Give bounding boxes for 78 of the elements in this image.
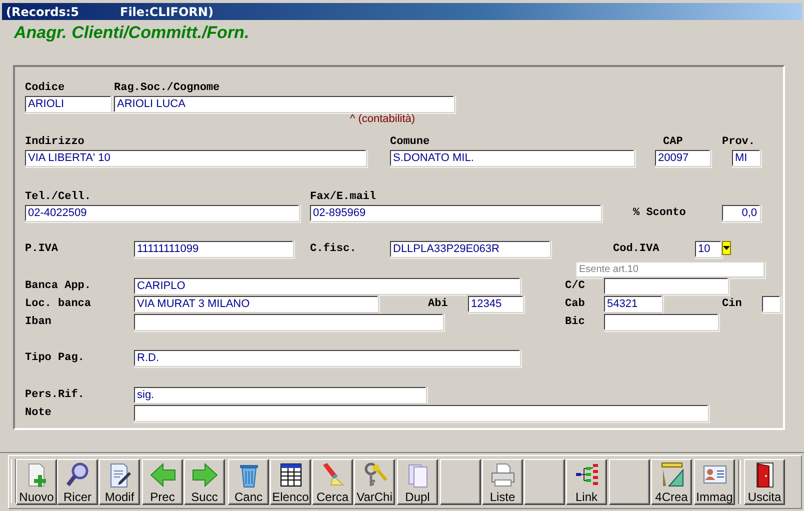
field-label: Prov. bbox=[722, 136, 756, 148]
field-label: Codice bbox=[25, 82, 66, 94]
field-label: CAP bbox=[663, 136, 684, 148]
link-button[interactable]: Link bbox=[566, 459, 607, 505]
previous-button[interactable]: Prec bbox=[142, 459, 183, 505]
delete-button[interactable]: Canc bbox=[228, 459, 269, 505]
text-field[interactable]: 02-4022509 bbox=[25, 205, 299, 221]
text-field[interactable] bbox=[604, 278, 728, 294]
text-field[interactable]: sig. bbox=[134, 387, 426, 403]
field-label: Cab bbox=[565, 298, 586, 310]
field-label: Cin bbox=[722, 298, 743, 310]
field-label: Tipo Pag. bbox=[25, 352, 86, 364]
field-label: Note bbox=[25, 407, 52, 419]
table-icon bbox=[278, 462, 304, 488]
field-label: Iban bbox=[25, 316, 52, 328]
exit-button[interactable]: Uscita bbox=[744, 459, 785, 505]
field-label: C.fisc. bbox=[310, 243, 358, 255]
field-label: Loc. banca bbox=[25, 298, 92, 310]
field-label: Banca App. bbox=[25, 280, 92, 292]
text-field[interactable]: VIA MURAT 3 MILANO bbox=[134, 296, 378, 312]
text-field[interactable]: CARIPLO bbox=[134, 278, 520, 294]
right-arrow-icon bbox=[192, 462, 218, 488]
text-field[interactable]: 11111111099 bbox=[134, 241, 293, 257]
search-button[interactable]: Ricer bbox=[57, 459, 98, 505]
field-label: C/C bbox=[565, 280, 586, 292]
field-label: Fax/E.mail bbox=[310, 191, 378, 203]
dropdown-button[interactable] bbox=[722, 241, 731, 255]
field-label: Pers.Rif. bbox=[25, 389, 86, 401]
record-count: (Records:5 bbox=[6, 4, 80, 18]
text-field[interactable]: 20097 bbox=[655, 150, 710, 166]
text-field[interactable]: S.DONATO MIL. bbox=[390, 150, 634, 166]
field-label: Abi bbox=[428, 298, 449, 310]
text-field[interactable] bbox=[604, 314, 718, 330]
print-button[interactable]: Liste bbox=[482, 459, 523, 505]
keys-button[interactable]: VarChi bbox=[354, 459, 395, 505]
field-note: ^ (contabilità) bbox=[350, 113, 416, 125]
file-name: File:CLIFORN) bbox=[120, 4, 214, 18]
field-label: Cod.IVA bbox=[613, 243, 660, 255]
printer-icon bbox=[490, 462, 516, 488]
text-field[interactable]: 12345 bbox=[468, 296, 523, 312]
field-label: Bic bbox=[565, 316, 586, 328]
toolbar-button[interactable] bbox=[440, 459, 481, 505]
text-field[interactable]: 54321 bbox=[604, 296, 662, 312]
text-field[interactable]: ARIOLI LUCA bbox=[114, 96, 454, 112]
text-field[interactable]: VIA LIBERTA' 10 bbox=[25, 150, 366, 166]
create-button[interactable]: 4Crea bbox=[651, 459, 692, 505]
search-icon bbox=[64, 462, 90, 488]
text-field[interactable] bbox=[762, 296, 780, 312]
next-button[interactable]: Succ bbox=[184, 459, 225, 505]
text-field[interactable] bbox=[134, 405, 708, 421]
description-field: Esente art.10 bbox=[576, 262, 764, 276]
edit-button[interactable]: Modif bbox=[99, 459, 140, 505]
caret-icon bbox=[723, 246, 730, 250]
field-label: Comune bbox=[390, 136, 431, 148]
field-label: P.IVA bbox=[25, 243, 60, 255]
field-label: Rag.Soc./Cognome bbox=[114, 82, 221, 94]
text-field[interactable]: 0,0 bbox=[722, 205, 760, 221]
duplicate-button[interactable]: Dupl bbox=[397, 459, 438, 505]
list-button[interactable]: Elenco bbox=[270, 459, 311, 505]
text-field[interactable]: 02-895969 bbox=[310, 205, 601, 221]
image-button[interactable]: Immag bbox=[694, 459, 735, 505]
form-title: Anagr. Clienti/Committ./Forn. bbox=[14, 23, 250, 43]
field-label: % Sconto bbox=[633, 207, 687, 219]
text-field[interactable] bbox=[134, 314, 443, 330]
field-label: Indirizzo bbox=[25, 136, 86, 148]
drafting-tools-icon bbox=[658, 462, 684, 488]
text-field[interactable]: R.D. bbox=[134, 350, 520, 366]
text-field[interactable]: DLLPLA33P29E063R bbox=[390, 241, 550, 257]
toolbar-button[interactable] bbox=[524, 459, 565, 505]
find-button[interactable]: Cerca bbox=[312, 459, 353, 505]
field-label: Tel./Cell. bbox=[25, 191, 92, 203]
text-field[interactable]: MI bbox=[732, 150, 760, 166]
combo-field[interactable]: 10 bbox=[695, 241, 721, 257]
tree-diagram-icon bbox=[574, 462, 600, 488]
left-arrow-icon bbox=[150, 462, 176, 488]
toolbar-button[interactable] bbox=[609, 459, 650, 505]
text-field[interactable]: ARIOLI bbox=[25, 96, 111, 112]
new-button[interactable]: Nuovo bbox=[16, 459, 57, 505]
